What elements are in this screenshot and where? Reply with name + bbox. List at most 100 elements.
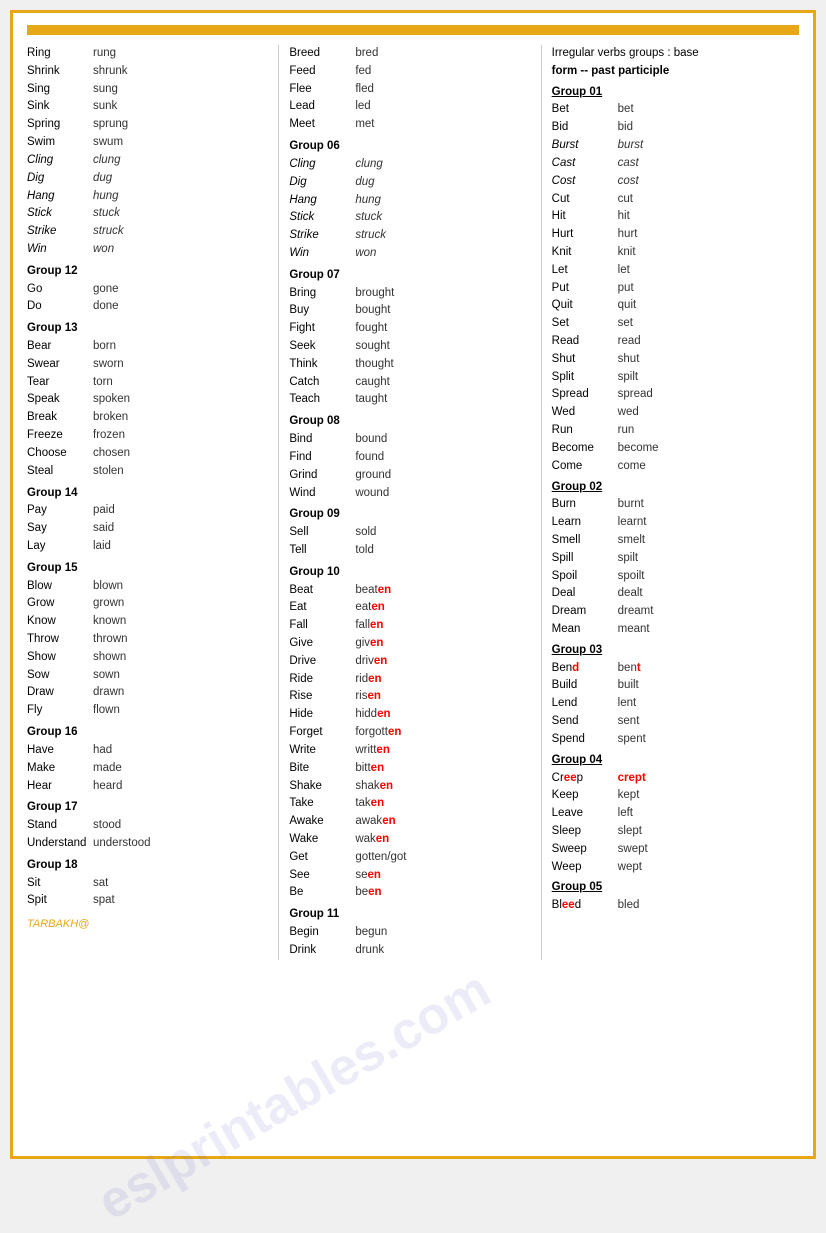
- base-form: Rise: [289, 688, 349, 706]
- past-form: read: [618, 333, 641, 351]
- past-form: cost: [618, 173, 639, 191]
- table-row: Sinksunk: [27, 98, 268, 116]
- past-form: brought: [355, 285, 394, 303]
- base-form: Lay: [27, 538, 87, 556]
- past-form: paid: [93, 502, 115, 520]
- base-form: Win: [289, 245, 349, 263]
- past-form: shaken: [355, 778, 393, 796]
- table-row: Speakspoken: [27, 391, 268, 409]
- past-form: bound: [355, 431, 387, 449]
- table-row: Feedfed: [289, 63, 530, 81]
- base-form: Spill: [552, 550, 612, 568]
- table-row: Comecome: [552, 458, 793, 476]
- past-form: heard: [93, 778, 122, 796]
- base-form: Shake: [289, 778, 349, 796]
- table-row: Betbet: [552, 101, 793, 119]
- base-form: Spring: [27, 116, 87, 134]
- base-form: Stand: [27, 817, 87, 835]
- past-form: taught: [355, 391, 387, 409]
- base-form: Knit: [552, 244, 612, 262]
- table-row: Fleefled: [289, 81, 530, 99]
- base-form: Swim: [27, 134, 87, 152]
- past-form: swept: [618, 841, 648, 859]
- base-form: Strike: [27, 223, 87, 241]
- base-form: Send: [552, 713, 612, 731]
- group-title: Group 16: [27, 724, 268, 742]
- table-row: Seeseen: [289, 867, 530, 885]
- base-form: Give: [289, 635, 349, 653]
- table-row: Flyflown: [27, 702, 268, 720]
- base-form: Begin: [289, 924, 349, 942]
- table-row: Castcast: [552, 155, 793, 173]
- page-header: [27, 25, 799, 35]
- past-form: found: [355, 449, 384, 467]
- table-row: Dodone: [27, 298, 268, 316]
- past-form: drunk: [355, 942, 384, 960]
- past-form: chosen: [93, 445, 130, 463]
- base-form: Break: [27, 409, 87, 427]
- group-title: Group 17: [27, 799, 268, 817]
- past-form: made: [93, 760, 122, 778]
- table-row: Throwthrown: [27, 631, 268, 649]
- group-title: Group 03: [552, 642, 793, 660]
- base-form: Come: [552, 458, 612, 476]
- past-form: shown: [93, 649, 126, 667]
- past-form: hung: [355, 192, 381, 210]
- past-form: flown: [93, 702, 120, 720]
- past-form: forgotten: [355, 724, 401, 742]
- base-form: Steal: [27, 463, 87, 481]
- group-title: Group 12: [27, 263, 268, 281]
- base-form: Bid: [552, 119, 612, 137]
- past-form: stuck: [355, 209, 382, 227]
- table-row: Teach taught: [289, 391, 530, 409]
- table-row: Springsprung: [27, 116, 268, 134]
- group-title: Group 09: [289, 506, 530, 524]
- col3-header-line2: form -- past participle: [552, 63, 793, 81]
- past-form: grown: [93, 595, 124, 613]
- table-row: Standstood: [27, 817, 268, 835]
- table-row: Drinkdrunk: [289, 942, 530, 960]
- past-form: hit: [618, 208, 630, 226]
- table-row: Spoilspoilt: [552, 568, 793, 586]
- table-row: Get gotten/got: [289, 849, 530, 867]
- past-form: burnt: [618, 496, 644, 514]
- group-title: Group 15: [27, 560, 268, 578]
- past-form: stolen: [93, 463, 124, 481]
- past-form: lent: [618, 695, 637, 713]
- past-form: wed: [618, 404, 639, 422]
- table-row: Grindground: [289, 467, 530, 485]
- divider-1: [278, 45, 279, 960]
- table-row: Spillspilt: [552, 550, 793, 568]
- table-row: Writewritten: [289, 742, 530, 760]
- base-form: Grow: [27, 595, 87, 613]
- table-row: Drawdrawn: [27, 684, 268, 702]
- table-row: Dreamdreamt: [552, 603, 793, 621]
- base-form: Dig: [289, 174, 349, 192]
- past-form: riden: [355, 671, 381, 689]
- table-row: Buybought: [289, 302, 530, 320]
- past-form: bitten: [355, 760, 384, 778]
- past-form: sat: [93, 875, 108, 893]
- table-row: Eateaten: [289, 599, 530, 617]
- past-form: sought: [355, 338, 390, 356]
- base-form: Go: [27, 281, 87, 299]
- table-row: Givegiven: [289, 635, 530, 653]
- base-form: Wake: [289, 831, 349, 849]
- base-form: Put: [552, 280, 612, 298]
- base-form: Have: [27, 742, 87, 760]
- past-form: awaken: [355, 813, 395, 831]
- base-form: Dig: [27, 170, 87, 188]
- base-form: Know: [27, 613, 87, 631]
- past-form: gotten/got: [355, 849, 406, 867]
- base-form: Freeze: [27, 427, 87, 445]
- base-form: Ring: [27, 45, 87, 63]
- table-row: Bringbrought: [289, 285, 530, 303]
- past-form: knit: [618, 244, 636, 262]
- table-row: Bebeen: [289, 884, 530, 902]
- base-form: Teach: [289, 391, 349, 409]
- past-form: thought: [355, 356, 393, 374]
- table-row: Catchcaught: [289, 374, 530, 392]
- table-row: Dealdealt: [552, 585, 793, 603]
- base-form: Get: [289, 849, 349, 867]
- table-row: Learnlearnt: [552, 514, 793, 532]
